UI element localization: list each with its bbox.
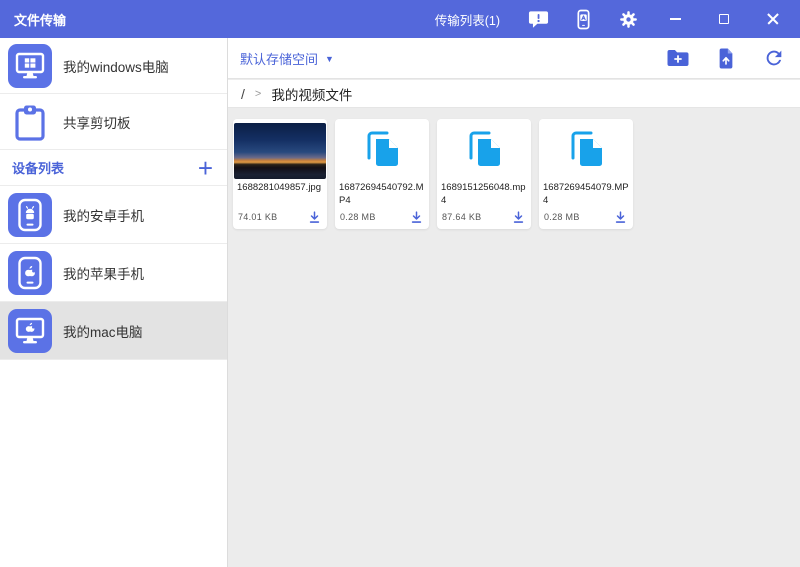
file-size: 87.64 KB [442,212,482,222]
sidebar-item-label: 我的安卓手机 [63,208,144,224]
breadcrumb-root[interactable]: / [241,86,245,102]
transfer-list-button[interactable]: 传输列表(1) [435,10,500,29]
app-window: 文件传输 传输列表(1) 我的windows电脑 共享剪切板 设备列表 + 我的… [0,0,800,567]
breadcrumb: / > 我的视频文件 [228,80,800,108]
content-area: 默认存储空间 ▼ / > 我的视频文件 1688281049857.jpg 74… [228,38,800,567]
file-name: 1687269454079.MP4 [543,182,629,206]
titlebar-right-group: 传输列表(1) [435,0,800,38]
clipboard-icon [8,100,52,144]
file-name: 1689151256048.mp4 [441,182,526,206]
file-size: 74.01 KB [238,212,278,222]
close-icon [767,13,779,25]
file-grid: 1688281049857.jpg 74.01 KB 1687269454079… [228,108,800,229]
file-size: 0.28 MB [340,212,376,222]
device-a-icon[interactable] [572,8,594,30]
file-card[interactable]: 1687269454079.MP4 0.28 MB [539,119,633,229]
video-file-icon [469,131,500,166]
upload-file-button[interactable] [714,46,738,70]
sidebar-item-apple-phone[interactable]: 我的苹果手机 [0,244,227,302]
app-title: 文件传输 [14,12,67,28]
file-card[interactable]: 16872694540792.MP4 0.28 MB [335,119,429,229]
apple-phone-icon [8,250,52,295]
sidebar-item-shared-clipboard[interactable]: 共享剪切板 [0,94,227,150]
android-phone-icon [8,192,52,237]
card-footer: 74.01 KB [233,207,327,225]
download-button[interactable] [612,209,628,225]
download-icon [513,210,523,223]
device-list-header-row: 设备列表 + [0,150,227,186]
minimize-button[interactable] [662,0,688,38]
close-button[interactable] [760,0,786,38]
sidebar-item-label: 我的mac电脑 [63,324,143,340]
file-thumbnail [539,123,633,179]
sidebar-item-label: 共享剪切板 [63,115,131,131]
sidebar-item-android-phone[interactable]: 我的安卓手机 [0,186,227,244]
new-folder-button[interactable] [666,46,690,70]
download-icon [309,210,319,223]
main-layout: 我的windows电脑 共享剪切板 设备列表 + 我的安卓手机 我的苹果手机 我… [0,38,800,567]
card-footer: 87.64 KB [437,207,531,225]
sidebar-item-label: 我的windows电脑 [63,59,169,75]
storage-dropdown-label: 默认存储空间 [240,51,319,67]
download-icon [615,210,625,223]
file-card[interactable]: 1688281049857.jpg 74.01 KB [233,119,327,229]
file-thumbnail [437,123,531,179]
download-button[interactable] [510,209,526,225]
card-footer: 0.28 MB [539,207,633,225]
device-list-header: 设备列表 [12,161,65,176]
sidebar: 我的windows电脑 共享剪切板 设备列表 + 我的安卓手机 我的苹果手机 我… [0,38,228,567]
chevron-down-icon: ▼ [325,54,334,64]
mac-computer-icon [8,308,52,353]
file-name: 16872694540792.MP4 [339,182,424,206]
minimize-icon [669,18,681,20]
file-thumbnail [335,123,429,179]
content-toolbar: 默认存储空间 ▼ [228,38,800,79]
storage-dropdown[interactable]: 默认存储空间 ▼ [240,49,334,68]
download-button[interactable] [408,209,424,225]
download-icon [411,210,421,223]
card-footer: 0.28 MB [335,207,429,225]
download-button[interactable] [306,209,322,225]
file-name: 1688281049857.jpg [237,182,322,193]
breadcrumb-current-folder: 我的视频文件 [271,87,353,103]
image-thumbnail [234,123,326,179]
windows-computer-icon [8,43,52,88]
toolbar-actions [666,46,786,70]
sidebar-item-windows-computer[interactable]: 我的windows电脑 [0,38,227,94]
feedback-bubble-icon[interactable] [527,8,549,30]
breadcrumb-separator-icon: > [254,87,262,100]
titlebar: 文件传输 传输列表(1) [0,0,800,38]
refresh-button[interactable] [762,46,786,70]
maximize-button[interactable] [711,0,737,38]
file-size: 0.28 MB [544,212,580,222]
file-card[interactable]: 1689151256048.mp4 87.64 KB [437,119,531,229]
video-file-icon [571,131,602,166]
video-file-icon [367,131,398,166]
add-device-button[interactable]: + [198,155,213,181]
sidebar-item-label: 我的苹果手机 [63,266,144,282]
sidebar-item-mac-computer[interactable]: 我的mac电脑 [0,302,227,360]
maximize-icon [719,14,729,24]
settings-gear-icon[interactable] [617,8,639,30]
